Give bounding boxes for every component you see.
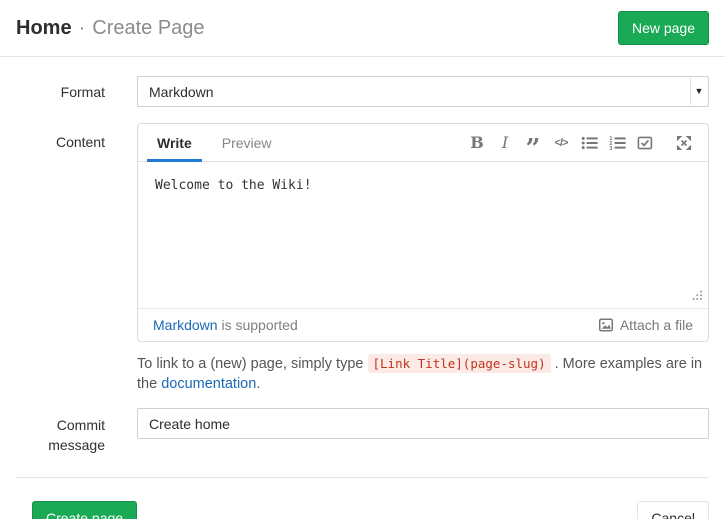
editor-toolbar: B I ” </> [459,124,694,161]
editor-tabs: Write Preview [155,124,274,161]
content-textarea[interactable]: Welcome to the Wiki! [155,178,691,292]
title-separator: · [79,17,86,40]
link-syntax-code: [Link Title](page-slug) [368,354,551,373]
italic-icon: I [502,133,508,152]
task-list-button[interactable] [635,133,655,153]
numbered-list-button[interactable]: 1 2 3 [607,133,627,153]
editor-footer: Markdown is supported Attach a file [138,308,708,341]
markdown-help-link[interactable]: Markdown [153,317,218,333]
supported-text: is supported [218,317,298,333]
attach-file-button[interactable]: Attach a file [598,317,693,333]
attach-file-label: Attach a file [620,317,693,333]
content-row: Content Write Preview B I ” </> [16,123,709,342]
numbered-list-icon: 1 2 3 [609,135,626,151]
form-actions: Create page Cancel [16,477,709,519]
markdown-editor: Write Preview B I ” </> [137,123,709,342]
bold-icon: B [470,133,484,152]
code-button[interactable]: </> [551,133,571,153]
italic-button[interactable]: I [495,133,515,153]
format-row: Format Markdown ▼ [16,76,709,107]
hint-period: . [256,376,260,392]
format-label: Format [16,76,105,107]
tab-preview[interactable]: Preview [220,124,274,161]
commit-message-label: Commit message [16,408,105,455]
bullet-list-icon [581,135,598,151]
wiki-create-page: Home · Create Page New page Format Markd… [0,0,725,519]
editor-header: Write Preview B I ” </> [138,124,708,162]
attach-image-icon [598,317,614,333]
page-header: Home · Create Page New page [0,0,725,57]
hint-before-code: To link to a (new) page, simply type [137,356,368,372]
bold-button[interactable]: B [467,133,487,153]
documentation-link[interactable]: documentation [161,376,256,392]
fullscreen-icon [676,135,692,151]
page-title-subtitle: Create Page [92,17,204,40]
quote-icon: ” [526,144,541,154]
quote-button[interactable]: ” [523,133,543,153]
format-select[interactable]: Markdown ▼ [137,76,709,107]
link-hint-text: To link to a (new) page, simply type [Li… [137,354,709,394]
page-title-home: Home [16,17,72,40]
commit-message-row: Commit message [16,408,709,455]
code-icon: </> [555,137,568,149]
fullscreen-button[interactable] [674,133,694,153]
content-label: Content [16,123,105,342]
commit-message-input[interactable] [137,408,709,439]
bullet-list-button[interactable] [579,133,599,153]
markdown-supported-note: Markdown is supported [153,317,298,333]
cancel-button[interactable]: Cancel [637,501,709,519]
task-list-icon [637,135,653,151]
resize-grip-handle[interactable] [692,290,703,305]
new-page-button[interactable]: New page [618,11,709,45]
create-page-button[interactable]: Create page [32,501,137,519]
tab-write[interactable]: Write [155,124,194,161]
page-title: Home · Create Page [16,17,205,40]
editor-body: Welcome to the Wiki! [138,162,708,308]
select-dropdown-arrow-icon: ▼ [690,78,707,105]
format-select-value: Markdown [149,84,214,100]
wiki-form: Format Markdown ▼ Content Write Preview [0,76,725,455]
svg-text:3: 3 [609,145,612,150]
